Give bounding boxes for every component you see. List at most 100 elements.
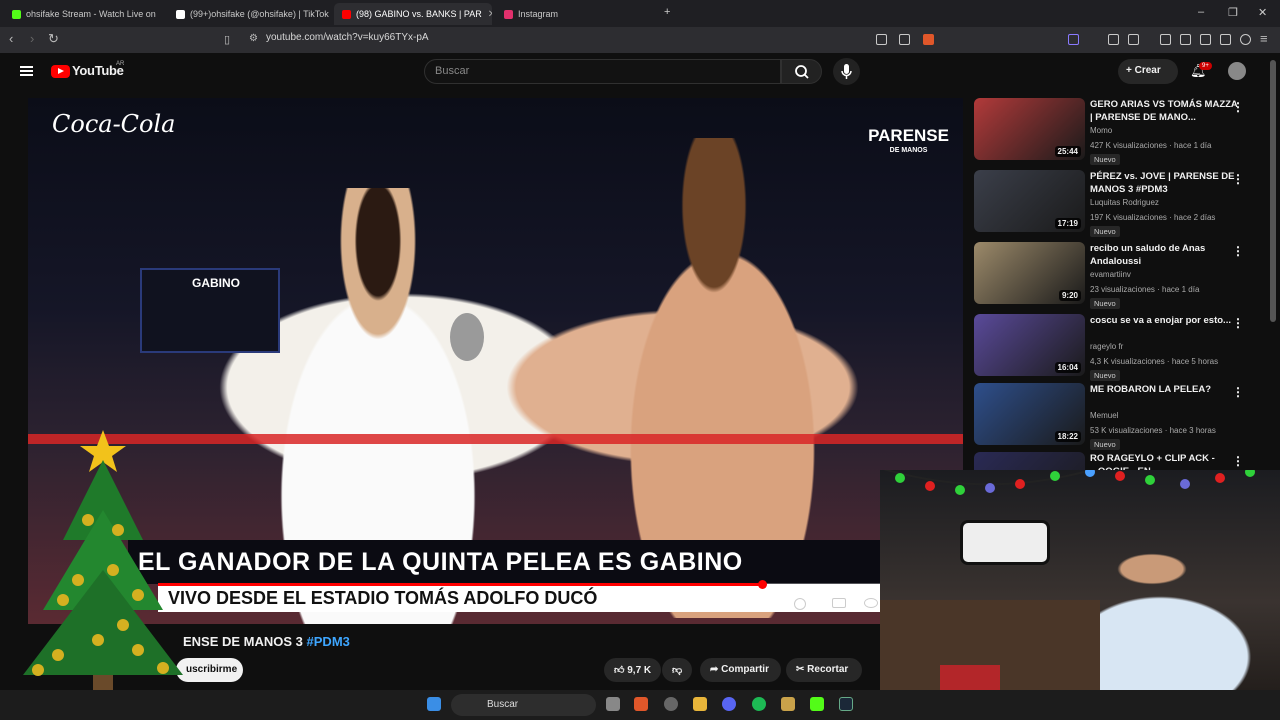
site-info-icon[interactable]: ⚙: [249, 33, 258, 44]
settings-gear-icon[interactable]: [864, 598, 878, 608]
new-badge: Nuevo: [1090, 298, 1120, 309]
brave-shield-icon[interactable]: [923, 34, 934, 45]
more-options-icon[interactable]: ⋮: [1232, 316, 1244, 330]
wallet-icon[interactable]: [1200, 34, 1211, 45]
vpn-icon[interactable]: [1240, 34, 1251, 45]
screenshot-icon[interactable]: [1128, 34, 1139, 45]
subtitles-icon[interactable]: [832, 598, 846, 608]
video-thumbnail[interactable]: 9:20: [974, 242, 1085, 304]
hamburger-menu-icon[interactable]: [20, 66, 33, 76]
channel-name[interactable]: rageylo fr: [1090, 342, 1123, 351]
search-button[interactable]: [781, 59, 822, 84]
country-code: AR: [116, 61, 125, 67]
channel-logo: PARENSE DE MANOS: [868, 127, 949, 158]
notification-badge: 9+: [1199, 62, 1212, 70]
recommendation-card[interactable]: 16:04 coscu se va a enojar por esto... rag…: [974, 314, 1264, 381]
video-thumbnail[interactable]: 17:19: [974, 170, 1085, 232]
taskbar-search-input[interactable]: Buscar: [451, 694, 596, 716]
windows-taskbar: Buscar: [0, 690, 1280, 720]
bookmark-icon[interactable]: ▯: [224, 33, 230, 46]
url-field[interactable]: youtube.com/watch?v=kuy66TYx-pA: [266, 32, 429, 43]
recommendation-card[interactable]: 25:44 GERO ARIAS VS TOMÁS MAZZA | PARENSE…: [974, 98, 1264, 165]
video-thumbnail[interactable]: 18:22: [974, 383, 1085, 445]
youtube-logo-icon[interactable]: [51, 65, 70, 78]
share-button[interactable]: ➦ Compartir: [700, 658, 781, 682]
kick-app-icon[interactable]: [810, 697, 824, 711]
instagram-icon: [504, 9, 513, 19]
voice-search-button[interactable]: [833, 58, 860, 85]
obs-icon[interactable]: [664, 697, 678, 711]
tab-kick[interactable]: ohsifake Stream - Watch Live on: [4, 3, 164, 25]
create-button[interactable]: + Crear: [1118, 59, 1178, 84]
progress-bar[interactable]: [158, 580, 963, 589]
recommendation-title[interactable]: PÉREZ vs. JOVE | PARENSE DE MANOS 3 #PDM…: [1090, 171, 1240, 196]
new-tab-button[interactable]: +: [664, 6, 670, 18]
maximize-icon[interactable]: ❐: [1228, 6, 1238, 19]
windows-start-icon[interactable]: [427, 697, 441, 711]
channel-name[interactable]: Momo: [1090, 126, 1112, 135]
new-badge: Nuevo: [1090, 439, 1120, 450]
view-stats: 197 K visualizaciones · hace 2 días: [1090, 213, 1216, 222]
more-options-icon[interactable]: ⋮: [1232, 172, 1244, 186]
more-options-icon[interactable]: ⋮: [1232, 244, 1244, 258]
autoplay-toggle-icon[interactable]: [794, 598, 806, 610]
file-explorer-icon[interactable]: [693, 697, 707, 711]
brave-browser-icon[interactable]: [634, 697, 648, 711]
like-button[interactable]: 👍︎ 9,7 K: [604, 658, 661, 682]
recommendation-card[interactable]: 18:22 ME ROBARON LA PELEA? Memuel 53 K visu…: [974, 383, 1264, 450]
share-icon[interactable]: [899, 34, 910, 45]
leo-icon[interactable]: [1220, 34, 1231, 45]
video-thumbnail[interactable]: 25:44: [974, 98, 1085, 160]
music-icon[interactable]: [1160, 34, 1171, 45]
recommendation-title[interactable]: recibo un saludo de Anas Andaloussi: [1090, 243, 1240, 268]
recommendation-title[interactable]: ME ROBARON LA PELEA?: [1090, 384, 1240, 397]
cast-icon[interactable]: [876, 34, 887, 45]
view-stats: 23 visualizaciones · hace 1 día: [1090, 285, 1200, 294]
tab-youtube[interactable]: (98) GABINO vs. BANKS | PAR ✕: [334, 3, 492, 25]
search-input[interactable]: Buscar: [424, 59, 781, 84]
more-options-icon[interactable]: ⋮: [1232, 100, 1244, 114]
progress-scrubber[interactable]: [757, 580, 767, 589]
discord-icon[interactable]: [722, 697, 736, 711]
recommendation-title[interactable]: GERO ARIAS VS TOMÁS MAZZA | PARENSE DE M…: [1090, 99, 1240, 124]
duration-badge: 18:22: [1054, 431, 1081, 442]
hashtag-link[interactable]: #PDM3: [307, 634, 350, 649]
spotify-icon[interactable]: [752, 697, 766, 711]
tab-instagram[interactable]: Instagram: [496, 3, 682, 25]
more-options-icon[interactable]: ⋮: [1232, 454, 1244, 468]
video-thumbnail[interactable]: 16:04: [974, 314, 1085, 376]
duration-badge: 9:20: [1058, 290, 1081, 301]
sidebar-icon[interactable]: [1180, 34, 1191, 45]
puzzle-icon[interactable]: [1108, 34, 1119, 45]
dislike-button[interactable]: 👎︎: [662, 658, 692, 682]
tab-title: (98) GABINO vs. BANKS | PAR: [356, 9, 482, 19]
avatar[interactable]: [1228, 62, 1246, 80]
reload-icon[interactable]: ↻: [48, 31, 59, 47]
channel-name[interactable]: Memuel: [1090, 411, 1118, 420]
app-icon[interactable]: [781, 697, 795, 711]
more-options-icon[interactable]: ⋮: [1232, 385, 1244, 399]
steam-icon[interactable]: [839, 697, 853, 711]
clip-button[interactable]: ✂ Recortar: [786, 658, 862, 682]
menu-icon[interactable]: ≡: [1260, 31, 1268, 46]
channel-name[interactable]: evamartiinv: [1090, 270, 1131, 279]
close-window-icon[interactable]: ✕: [1258, 6, 1267, 19]
vintage-microphone: [450, 313, 484, 361]
close-icon[interactable]: ✕: [482, 9, 492, 20]
tiktok-icon: [176, 9, 185, 19]
view-stats: 427 K visualizaciones · hace 1 día: [1090, 141, 1212, 150]
new-badge: Nuevo: [1090, 154, 1120, 165]
brave-rewards-icon[interactable]: [945, 34, 956, 45]
duration-badge: 17:19: [1054, 218, 1081, 229]
forward-icon[interactable]: ›: [30, 31, 34, 46]
task-view-icon[interactable]: [606, 697, 620, 711]
channel-name[interactable]: Luquitas Rodriguez: [1090, 198, 1159, 207]
recommendation-card[interactable]: 9:20 recibo un saludo de Anas Andaloussi e…: [974, 242, 1264, 309]
extension-icon[interactable]: [1068, 34, 1079, 45]
minimize-icon[interactable]: –: [1198, 6, 1204, 18]
recommendation-title[interactable]: coscu se va a enojar por esto...: [1090, 315, 1240, 328]
tab-tiktok[interactable]: (99+)ohsifake (@ohsifake) | TikTok: [168, 3, 332, 25]
back-icon[interactable]: ‹: [9, 31, 13, 46]
scrollbar[interactable]: [1270, 60, 1276, 322]
recommendation-card[interactable]: 17:19 PÉREZ vs. JOVE | PARENSE DE MANOS 3…: [974, 170, 1264, 237]
